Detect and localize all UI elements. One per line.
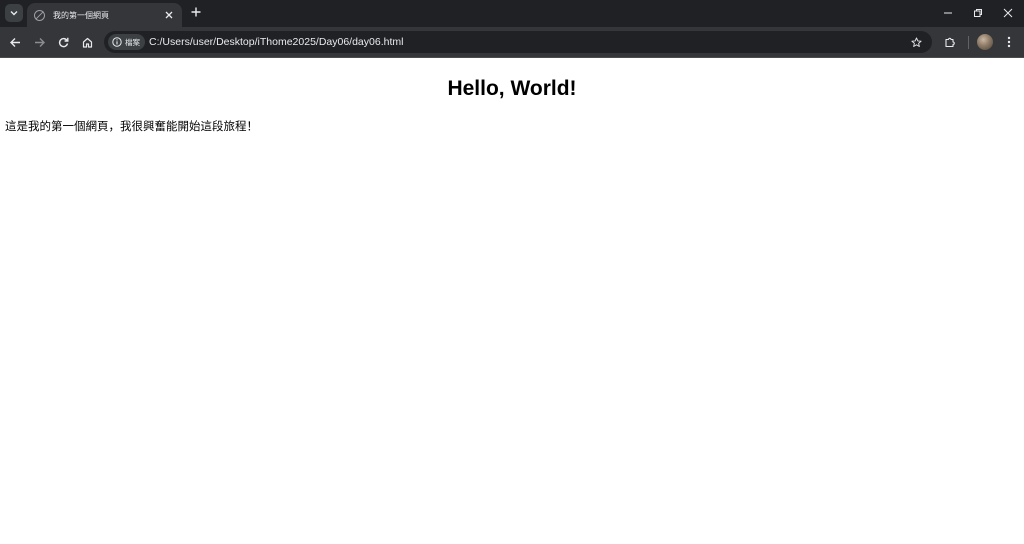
tab-search-button[interactable] [5,4,23,22]
page-viewport: Hello, World! 這是我的第一個網頁，我很興奮能開始這段旅程！ [0,58,1024,544]
tab-strip: 我的第一個網頁 [0,0,1024,27]
tab-close-button[interactable] [162,8,176,22]
arrow-right-icon [34,37,45,47]
address-bar[interactable]: 檔案 C:/Users/user/Desktop/iThome2025/Day0… [104,31,932,53]
page-paragraph: 這是我的第一個網頁，我很興奮能開始這段旅程！ [5,119,258,133]
window-close-button[interactable] [999,4,1017,22]
new-tab-button[interactable] [188,5,204,21]
plus-icon [191,7,201,17]
reload-icon [58,37,68,47]
info-icon [112,37,122,47]
browser-menu-button[interactable] [1001,34,1017,50]
url-text[interactable]: C:/Users/user/Desktop/iThome2025/Day06/d… [149,31,403,53]
back-button[interactable] [7,34,23,50]
bookmark-button[interactable] [908,34,924,50]
reload-button[interactable] [55,34,71,50]
more-vertical-icon [1007,36,1011,48]
browser-toolbar: 檔案 C:/Users/user/Desktop/iThome2025/Day0… [0,27,1024,58]
info-chip-label: 檔案 [125,37,140,47]
tab-title: 我的第一個網頁 [53,10,109,20]
profile-avatar[interactable] [977,34,993,50]
puzzle-icon [945,37,955,48]
forward-button[interactable] [31,34,47,50]
active-tab[interactable]: 我的第一個網頁 [27,3,182,27]
star-icon [910,36,922,47]
chevron-down-icon [10,11,18,16]
extensions-button[interactable] [942,34,958,50]
minimize-button[interactable] [939,4,957,22]
close-icon [165,11,173,19]
minimize-icon [944,12,952,14]
toolbar-divider [968,36,969,49]
restore-icon [974,9,982,17]
page-heading: Hello, World! [447,77,577,100]
home-button[interactable] [79,34,95,50]
home-icon [82,37,92,48]
close-icon [1003,8,1013,18]
restore-button[interactable] [969,4,987,22]
arrow-left-icon [9,37,20,47]
site-info-chip[interactable]: 檔案 [108,34,145,50]
blocked-favicon-icon [34,9,45,21]
